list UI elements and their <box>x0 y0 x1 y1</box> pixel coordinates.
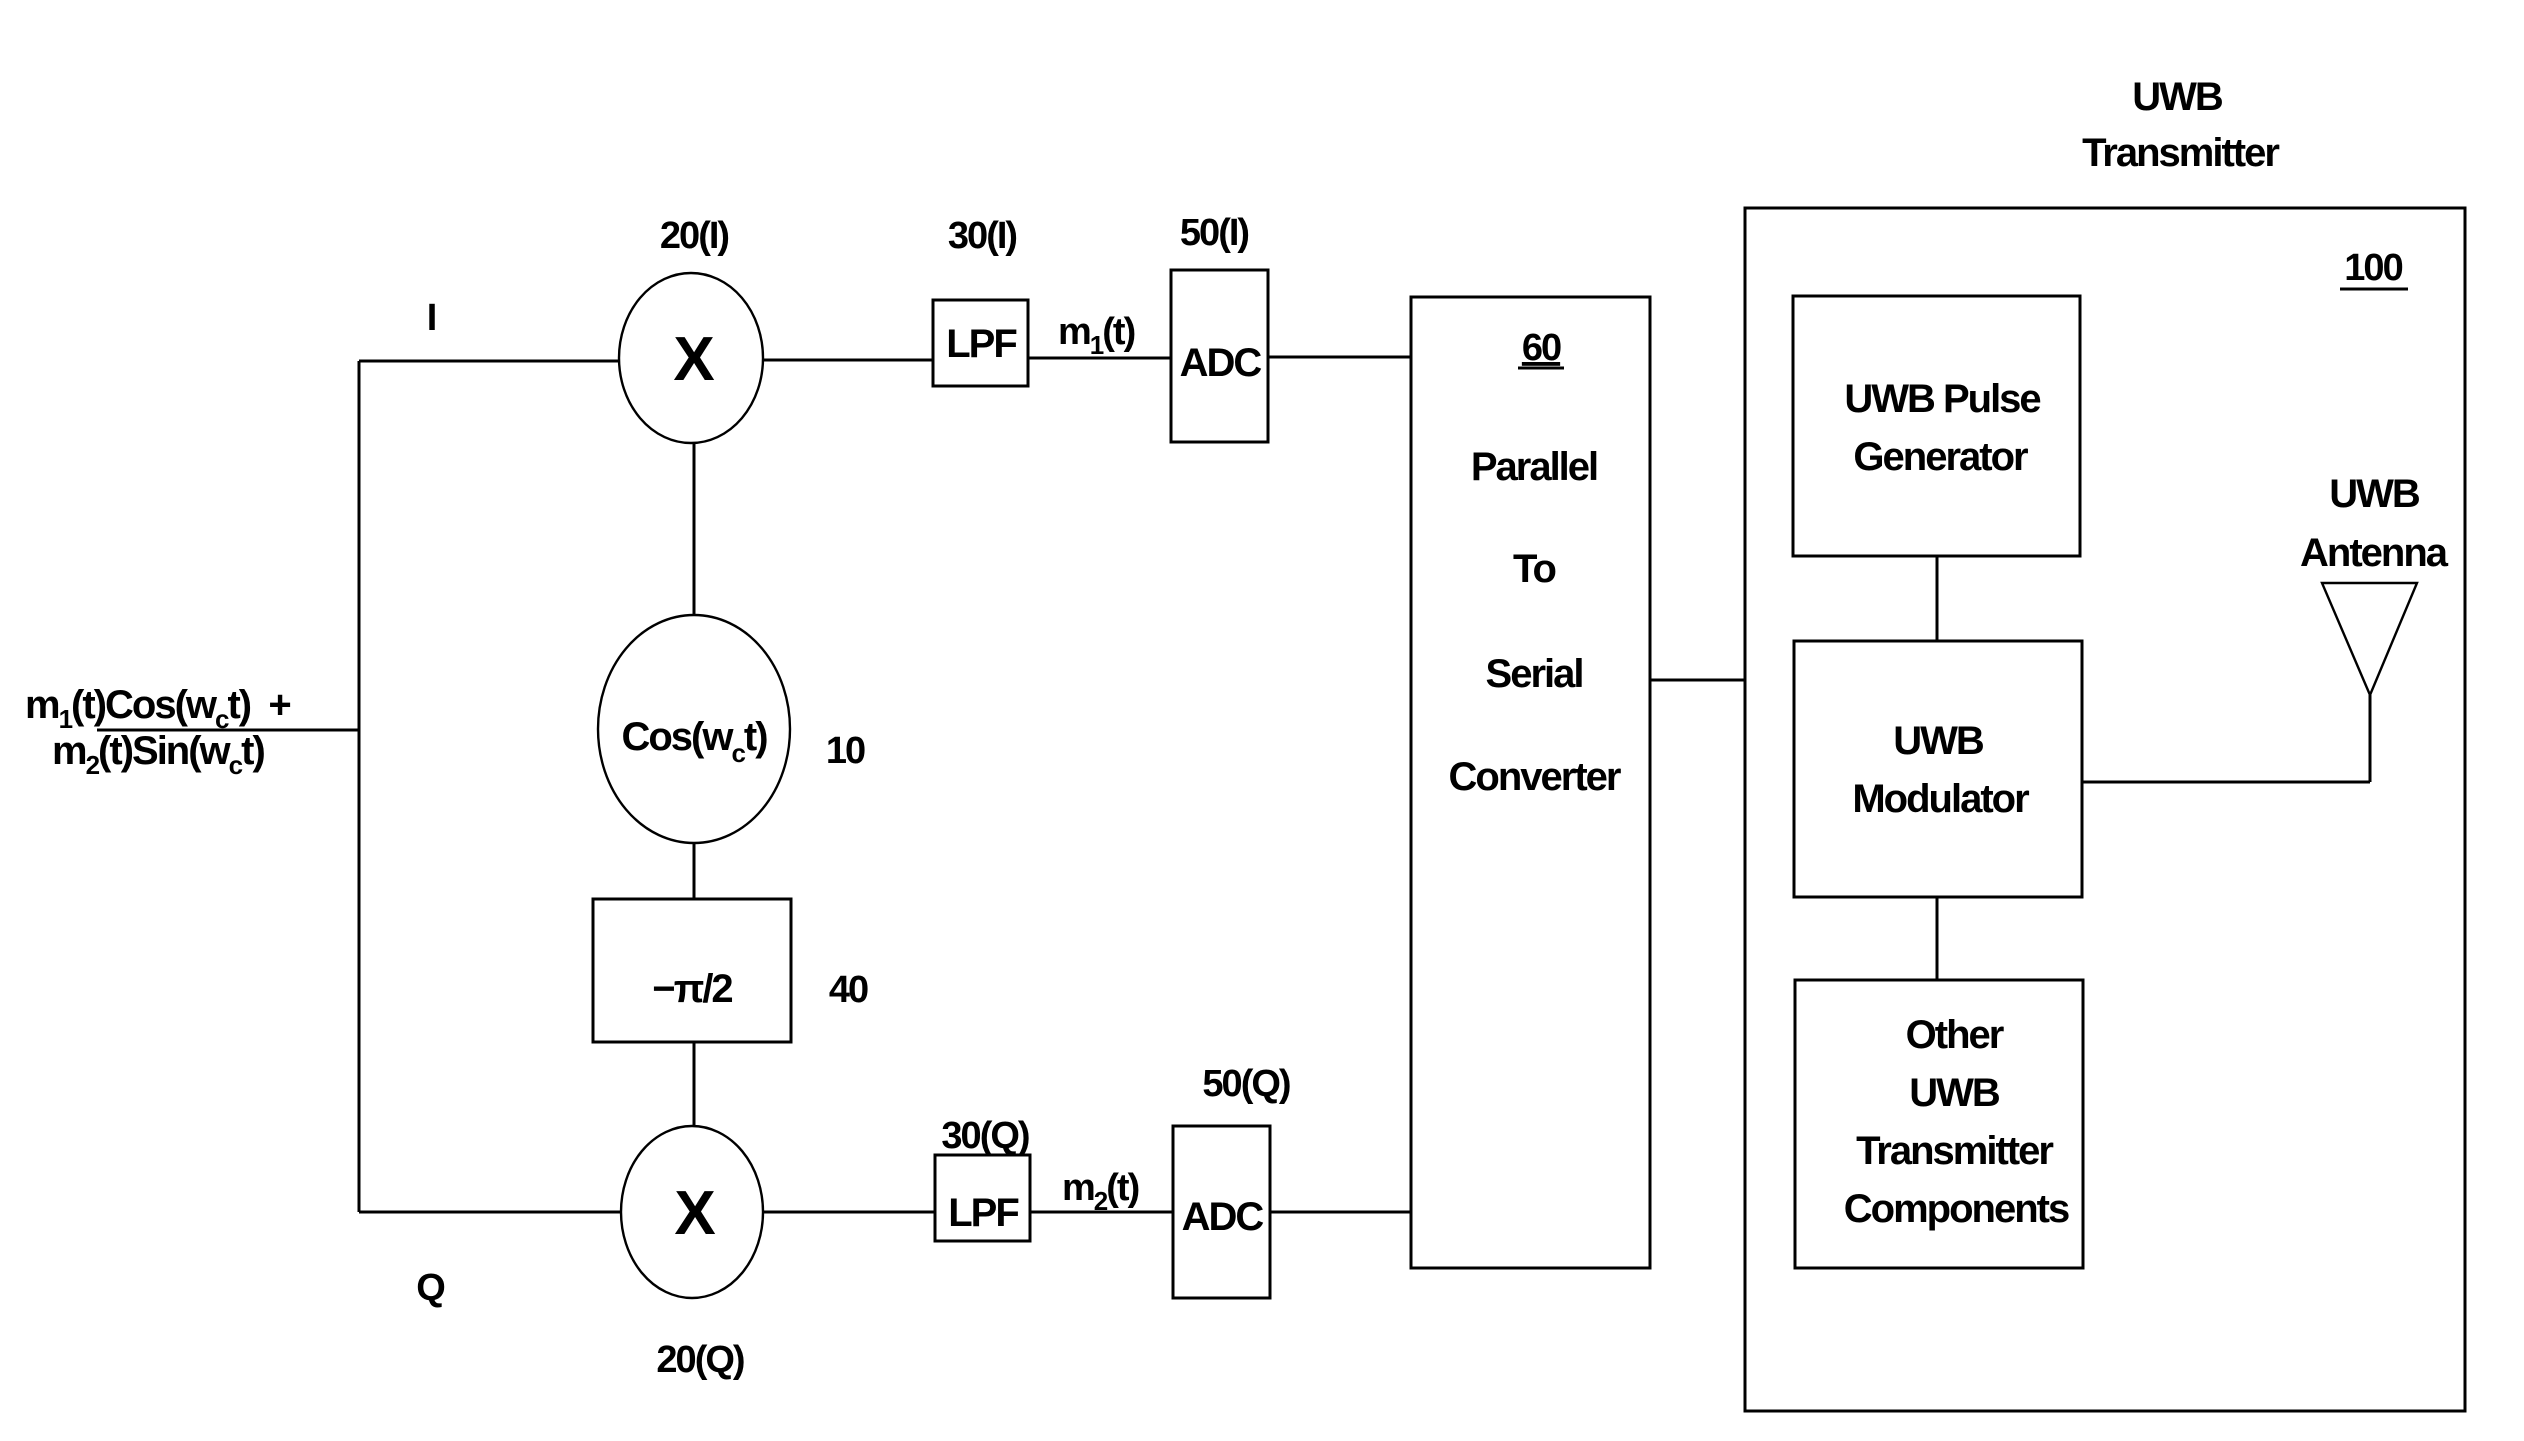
transmitter-ref: 100 <box>2344 247 2402 289</box>
svg-text:Modulator: Modulator <box>1852 777 2029 821</box>
lpf-i: LPF <box>931 298 1030 388</box>
local-oscillator: Cos(wct) <box>596 613 792 845</box>
m2-signal-label: m2(t) <box>1062 1167 1139 1216</box>
svg-text:UWB Pulse: UWB Pulse <box>1844 377 2040 421</box>
lpf-q: LPF <box>933 1153 1032 1243</box>
oscillator-ref: 10 <box>826 730 865 772</box>
svg-text:ADC: ADC <box>1182 1195 1264 1239</box>
transmitter-title: UWB <box>2132 75 2223 119</box>
mixer-i-ref: 20(I) <box>660 215 728 257</box>
svg-text:Generator: Generator <box>1853 435 2028 479</box>
svg-text:LPF: LPF <box>948 1191 1018 1235</box>
svg-text:Transmitter: Transmitter <box>1856 1129 2053 1173</box>
phase-shifter: −π/2 <box>591 897 793 1044</box>
transmitter-title-line2: Transmitter <box>2082 131 2279 175</box>
svg-text:−π/2: −π/2 <box>652 967 732 1011</box>
svg-text:Cos(wct): Cos(wct) <box>621 715 767 768</box>
mixer-q: X <box>619 1124 765 1300</box>
adc-q: ADC <box>1171 1124 1272 1300</box>
svg-text:ADC: ADC <box>1180 341 1262 385</box>
svg-text:Parallel: Parallel <box>1471 445 1597 489</box>
svg-text:LPF: LPF <box>946 322 1016 366</box>
svg-text:m2(t)Sin(wct): m2(t)Sin(wct) <box>52 729 264 780</box>
svg-text:To: To <box>1513 547 1555 591</box>
p2s-ref: 60 <box>1522 327 1561 369</box>
q-branch-label: Q <box>416 1267 444 1309</box>
m1-signal-label: m1(t) <box>1058 311 1135 360</box>
lpf-i-ref: 30(I) <box>948 215 1016 257</box>
mixer-q-ref: 20(Q) <box>656 1339 743 1381</box>
svg-text:Components: Components <box>1844 1187 2069 1231</box>
multiply-icon: X <box>673 325 714 394</box>
svg-text:Converter: Converter <box>1449 755 1621 799</box>
antenna-label: UWB <box>2329 472 2420 516</box>
svg-text:UWB: UWB <box>1909 1071 2000 1115</box>
adc-i: ADC <box>1169 268 1270 444</box>
parallel-to-serial-converter: 60 Parallel To Serial Converter <box>1409 295 1652 1270</box>
svg-text:m1(t)Cos(wct) +: m1(t)Cos(wct) + <box>25 683 290 734</box>
antenna-label-line2: Antenna <box>2300 531 2449 575</box>
adc-q-ref: 50(Q) <box>1202 1063 1289 1105</box>
svg-text:Serial: Serial <box>1486 652 1583 696</box>
lpf-q-ref: 30(Q) <box>941 1115 1028 1157</box>
uwb-modulator: UWB Modulator <box>1792 639 2084 899</box>
svg-text:Other: Other <box>1906 1013 2004 1057</box>
adc-i-ref: 50(I) <box>1180 212 1248 254</box>
uwb-receiver-transmitter-diagram: m1(t)Cos(wct) + m2(t)Sin(wct) I Q 20(I) … <box>25 75 2467 1413</box>
other-transmitter-components: Other UWB Transmitter Components <box>1793 978 2085 1270</box>
i-branch-label: I <box>427 297 436 339</box>
mixer-i: X <box>617 271 765 445</box>
uwb-pulse-generator: UWB Pulse Generator <box>1791 294 2082 558</box>
multiply-icon: X <box>674 1179 715 1248</box>
phase-shifter-ref: 40 <box>829 969 868 1011</box>
svg-text:UWB: UWB <box>1893 719 1984 763</box>
